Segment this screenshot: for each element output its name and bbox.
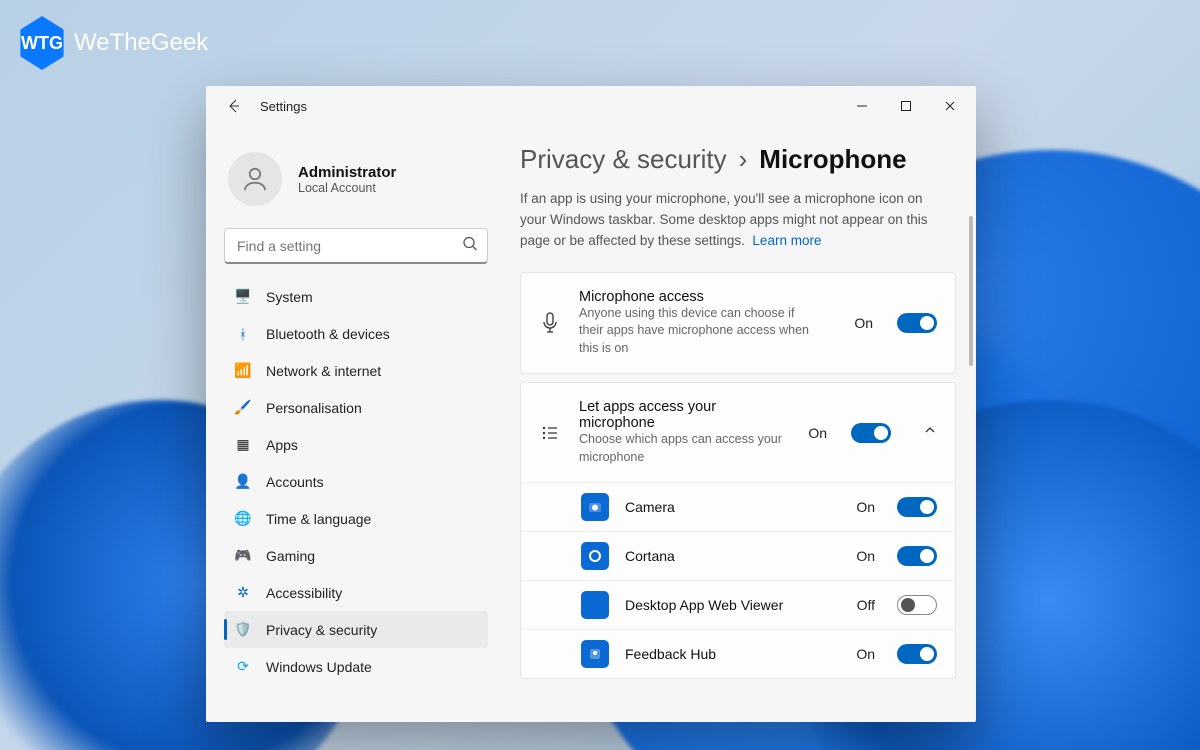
nav-label: Windows Update xyxy=(266,659,372,675)
app-item-feedback-hub: Feedback Hub On xyxy=(521,629,955,678)
nav-label: Accessibility xyxy=(266,585,342,601)
globe-clock-icon: 🌐 xyxy=(234,510,252,528)
toggle-state-label: On xyxy=(856,646,875,662)
watermark-badge: WTG xyxy=(18,16,66,70)
nav-label: Personalisation xyxy=(266,400,362,416)
settings-window: Settings Administrator Local Account xyxy=(206,86,976,722)
chevron-up-icon[interactable] xyxy=(923,423,937,442)
accessibility-icon: ✲ xyxy=(234,584,252,602)
watermark-text: WeTheGeek xyxy=(74,29,208,57)
paintbrush-icon: 🖌️ xyxy=(234,399,252,417)
main-content: Privacy & security › Microphone If an ap… xyxy=(506,126,976,722)
toggle-state-label: On xyxy=(808,425,827,441)
gamepad-icon: 🎮 xyxy=(234,547,252,565)
search-box xyxy=(224,228,488,264)
sidebar: Administrator Local Account 🖥️ System ᚼ Bl… xyxy=(206,126,506,722)
nav-item-apps[interactable]: ▦ Apps xyxy=(224,426,488,463)
camera-icon xyxy=(581,493,609,521)
toggle-microphone-access[interactable] xyxy=(897,313,937,333)
app-name: Desktop App Web Viewer xyxy=(625,596,841,614)
nav-list: 🖥️ System ᚼ Bluetooth & devices 📶 Network &… xyxy=(224,278,488,685)
user-name: Administrator xyxy=(298,164,396,181)
wifi-icon: 📶 xyxy=(234,362,252,380)
toggle-state-label: On xyxy=(854,315,873,331)
toggle-state-label: On xyxy=(856,548,875,564)
cortana-icon xyxy=(581,542,609,570)
nav-item-bluetooth[interactable]: ᚼ Bluetooth & devices xyxy=(224,315,488,352)
chevron-right-icon: › xyxy=(739,144,748,175)
watermark-logo: WTG WeTheGeek xyxy=(18,16,208,70)
app-name: Feedback Hub xyxy=(625,645,840,663)
nav-label: Accounts xyxy=(266,474,324,490)
microphone-icon xyxy=(539,312,561,334)
update-icon: ⟳ xyxy=(234,658,252,676)
toggle-app-desktop-web-viewer[interactable] xyxy=(897,595,937,615)
card-subtitle: Choose which apps can access your microp… xyxy=(579,431,790,466)
bluetooth-icon: ᚼ xyxy=(234,325,252,343)
card-let-apps-access: Let apps access your microphone Choose w… xyxy=(520,382,956,679)
nav-label: Apps xyxy=(266,437,298,453)
nav-item-personalisation[interactable]: 🖌️ Personalisation xyxy=(224,389,488,426)
nav-label: Network & internet xyxy=(266,363,381,379)
user-block[interactable]: Administrator Local Account xyxy=(224,134,488,228)
app-name: Camera xyxy=(625,498,840,516)
nav-item-system[interactable]: 🖥️ System xyxy=(224,278,488,315)
toggle-state-label: Off xyxy=(857,597,875,613)
app-generic-icon xyxy=(581,591,609,619)
close-button[interactable] xyxy=(928,90,972,122)
nav-label: Gaming xyxy=(266,548,315,564)
toggle-app-cortana[interactable] xyxy=(897,546,937,566)
nav-item-accounts[interactable]: 👤 Accounts xyxy=(224,463,488,500)
app-item-desktop-app-web-viewer: Desktop App Web Viewer Off xyxy=(521,580,955,629)
app-item-cortana: Cortana On xyxy=(521,531,955,580)
nav-label: Time & language xyxy=(266,511,371,527)
nav-item-gaming[interactable]: 🎮 Gaming xyxy=(224,537,488,574)
shield-icon: 🛡️ xyxy=(234,621,252,639)
card-microphone-access: Microphone access Anyone using this devi… xyxy=(520,272,956,375)
person-icon: 👤 xyxy=(234,473,252,491)
breadcrumb-leaf: Microphone xyxy=(759,144,906,175)
toggle-app-feedback-hub[interactable] xyxy=(897,644,937,664)
maximize-button[interactable] xyxy=(884,90,928,122)
app-title: Settings xyxy=(260,99,307,114)
learn-more-link[interactable]: Learn more xyxy=(752,233,821,248)
nav-label: Privacy & security xyxy=(266,622,377,638)
toggle-let-apps-access[interactable] xyxy=(851,423,891,443)
apps-icon: ▦ xyxy=(234,436,252,454)
avatar xyxy=(228,152,282,206)
breadcrumb-parent[interactable]: Privacy & security xyxy=(520,144,727,175)
card-subtitle: Anyone using this device can choose if t… xyxy=(579,305,809,358)
nav-label: System xyxy=(266,289,313,305)
app-item-camera: Camera On xyxy=(521,482,955,531)
feedback-hub-icon xyxy=(581,640,609,668)
page-description: If an app is using your microphone, you'… xyxy=(520,189,950,252)
minimize-button[interactable] xyxy=(840,90,884,122)
list-icon xyxy=(539,424,561,442)
user-subtitle: Local Account xyxy=(298,181,396,195)
app-name: Cortana xyxy=(625,547,840,565)
nav-item-network[interactable]: 📶 Network & internet xyxy=(224,352,488,389)
nav-item-privacy-security[interactable]: 🛡️ Privacy & security xyxy=(224,611,488,648)
back-button[interactable] xyxy=(222,94,246,118)
toggle-state-label: On xyxy=(856,499,875,515)
search-input[interactable] xyxy=(224,228,488,264)
card-title: Let apps access your microphone xyxy=(579,399,790,431)
monitor-icon: 🖥️ xyxy=(234,288,252,306)
nav-item-accessibility[interactable]: ✲ Accessibility xyxy=(224,574,488,611)
breadcrumb: Privacy & security › Microphone xyxy=(520,144,956,175)
card-title: Microphone access xyxy=(579,289,836,305)
title-bar: Settings xyxy=(206,86,976,126)
scrollbar[interactable] xyxy=(968,126,974,722)
nav-label: Bluetooth & devices xyxy=(266,326,390,342)
search-icon xyxy=(462,236,478,257)
nav-item-time-language[interactable]: 🌐 Time & language xyxy=(224,500,488,537)
toggle-app-camera[interactable] xyxy=(897,497,937,517)
nav-item-windows-update[interactable]: ⟳ Windows Update xyxy=(224,648,488,685)
